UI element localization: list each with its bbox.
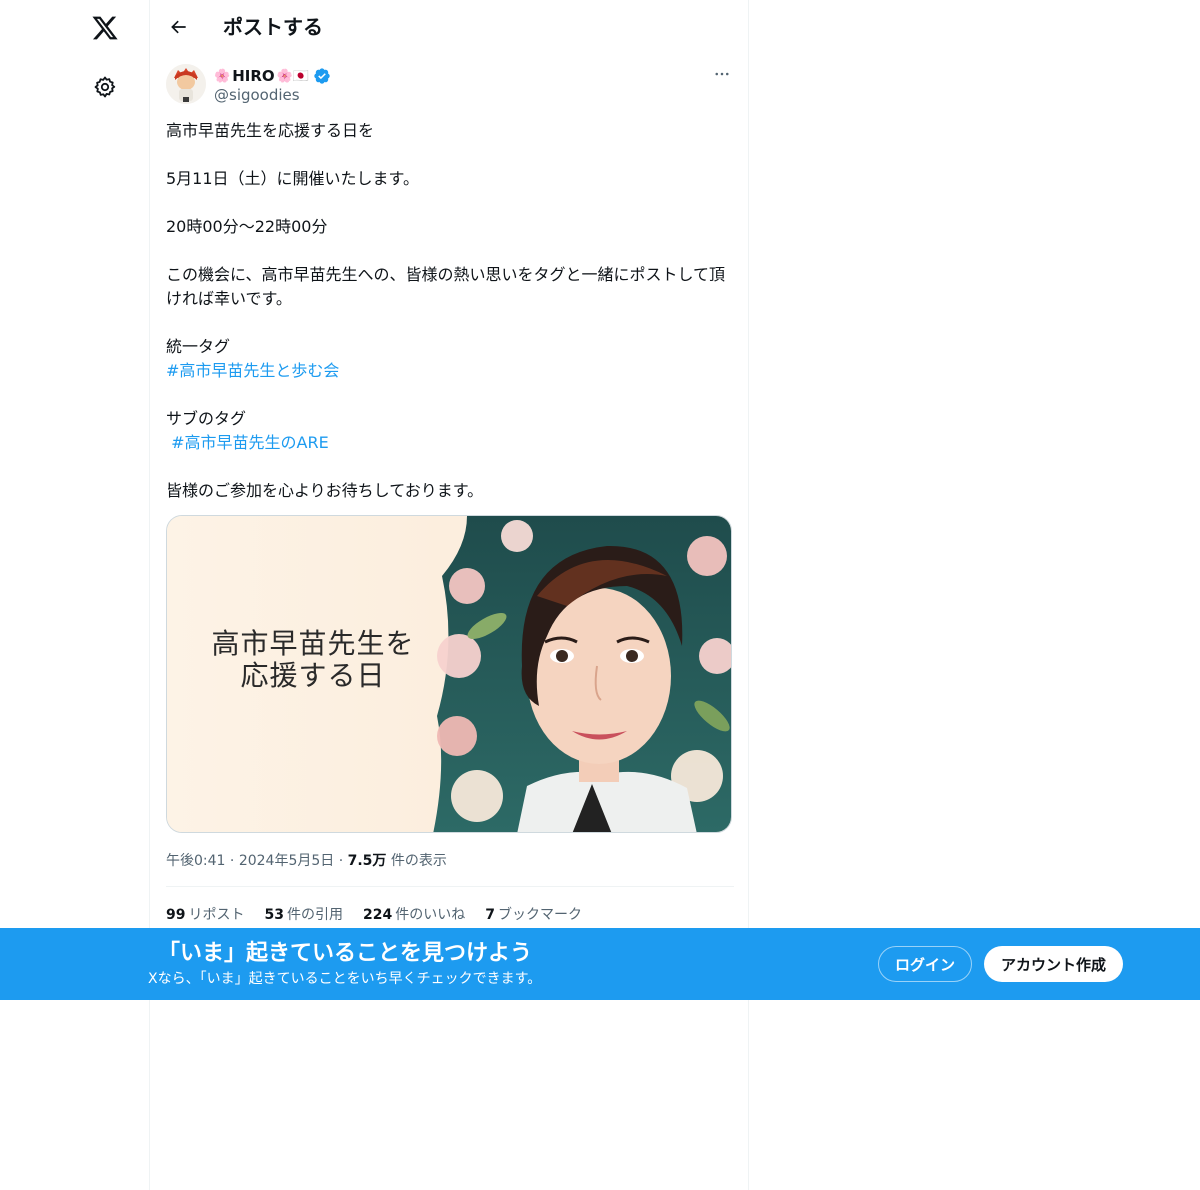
main-column: ポストする 🌸 HIRO 🌸🇯🇵 @sigoodies 高市早苗先生を応援する日… (149, 0, 749, 1190)
divider (166, 886, 734, 887)
stat-reposts[interactable]: 99 リポスト (166, 904, 244, 926)
stat-quotes[interactable]: 53 件の引用 (264, 904, 342, 926)
image-caption-line: 高市早苗先生を (211, 627, 415, 660)
post-author: 🌸 HIRO 🌸🇯🇵 @sigoodies (166, 62, 734, 108)
login-button[interactable]: ログイン (878, 946, 972, 982)
stat-label: リポスト (188, 907, 245, 923)
post-time[interactable]: 午後0:41 (166, 853, 225, 869)
banner-title: 「いま」起きていることを見つけよう (158, 941, 533, 966)
stat-count: 99 (166, 907, 186, 923)
x-logo-icon[interactable] (89, 12, 121, 44)
stat-likes[interactable]: 224 件のいいね (363, 904, 465, 926)
arrow-left-icon[interactable] (164, 12, 194, 42)
hashtag-link[interactable]: #高市早苗先生のARE (166, 431, 734, 455)
post-paragraph: 20時00分〜22時00分 (166, 217, 328, 236)
post-paragraph: 統一タグ (166, 337, 231, 356)
display-name: HIRO (232, 67, 275, 85)
stat-count: 224 (362, 907, 393, 923)
post-paragraph: 皆様のご参加を心よりお待ちしております。 (166, 481, 484, 500)
post-image[interactable]: 高市早苗先生を 応援する日 (166, 515, 732, 833)
post-paragraph: 5月11日（土）に開催いたします。 (166, 169, 419, 188)
post-body: 高市早苗先生を応援する日を 5月11日（土）に開催いたします。 20時00分〜2… (166, 119, 734, 503)
hashtag-link[interactable]: #高市早苗先生と歩む会 (166, 359, 734, 383)
post-meta: 午後0:41 · 2024年5月5日 · 7.5万 件の表示 (166, 850, 447, 872)
author-name[interactable]: 🌸 HIRO 🌸🇯🇵 (214, 65, 331, 87)
signup-banner: 「いま」起きていることを見つけよう Xなら、「いま」起きていることをいち早くチェ… (0, 928, 1200, 1000)
name-emoji-after: 🌸🇯🇵 (276, 68, 309, 84)
post-date[interactable]: 2024年5月5日 (239, 853, 334, 869)
page-title: ポストする (223, 15, 323, 39)
views-label: 件の表示 (386, 853, 447, 869)
avatar[interactable] (166, 64, 206, 104)
gear-icon[interactable] (89, 70, 121, 104)
stat-bookmarks[interactable]: 7 ブックマーク (485, 904, 582, 926)
post-paragraph: サブのタグ (166, 409, 247, 428)
image-caption: 高市早苗先生を 応援する日 (185, 628, 441, 692)
more-dots-icon[interactable] (710, 62, 734, 86)
stat-label: ブックマーク (497, 907, 582, 923)
stat-count: 53 (264, 907, 284, 923)
verified-badge-icon (313, 67, 331, 85)
page-header: ポストする (150, 0, 750, 54)
post-stats: 99 リポスト 53 件の引用 224 件のいいね 7 ブックマーク (166, 904, 582, 926)
stat-label: 件のいいね (395, 907, 466, 923)
signup-button[interactable]: アカウント作成 (984, 946, 1123, 982)
left-rail (0, 0, 150, 1190)
separator: · (334, 853, 348, 869)
post-paragraph: 高市早苗先生を応援する日を (166, 121, 375, 140)
views-count: 7.5万 (347, 853, 387, 869)
banner-subtitle: Xなら、「いま」起きていることをいち早くチェックできます。 (148, 971, 542, 987)
post-paragraph: この機会に、高市早苗先生への、皆様の熱い思いをタグと一緒にポストして頂ければ幸い… (166, 265, 726, 308)
stat-count: 7 (485, 907, 495, 923)
separator: · (225, 853, 239, 869)
author-handle[interactable]: @sigoodies (214, 85, 300, 105)
image-caption-line: 応援する日 (240, 659, 386, 692)
name-emoji-before: 🌸 (214, 68, 231, 84)
stat-label: 件の引用 (286, 907, 343, 923)
